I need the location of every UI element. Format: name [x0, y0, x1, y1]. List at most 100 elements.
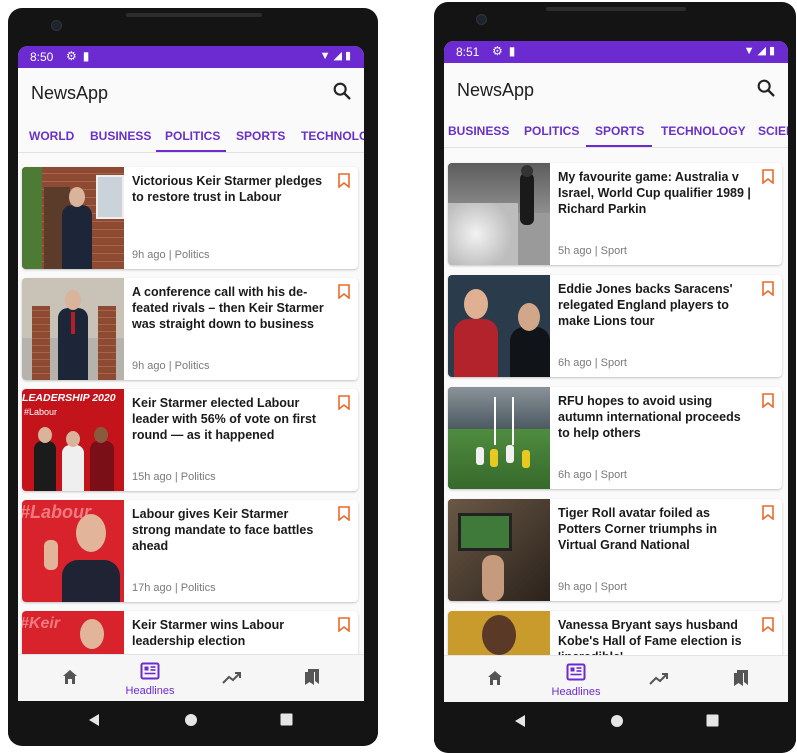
category-tabs: BUSINESS POLITICS SPORTS TECHNOLOGY SCIE…: [444, 113, 788, 148]
bookmark-icon[interactable]: [338, 617, 350, 632]
nav-headlines[interactable]: Headlines: [120, 655, 180, 701]
photo-heads: [38, 427, 52, 443]
tab-sports[interactable]: SPORTS: [236, 129, 285, 143]
nav-home[interactable]: [465, 656, 525, 702]
app-bar: NewsApp: [444, 63, 788, 113]
tab-world[interactable]: WORLD: [29, 129, 74, 143]
photo-person: [34, 441, 56, 491]
article-thumbnail: [448, 499, 550, 601]
tab-science[interactable]: SCIEN: [758, 124, 788, 138]
bookmarks-icon: [305, 669, 319, 685]
article-card[interactable]: A conference call with his de-feated riv…: [22, 278, 358, 380]
photo-window: [96, 175, 124, 219]
bookmark-icon[interactable]: [762, 617, 774, 632]
article-meta: 6h ago | Sport: [558, 469, 627, 481]
article-category: Sport: [600, 245, 627, 257]
photo-players: [476, 447, 484, 465]
tab-politics[interactable]: POLITICS: [524, 124, 579, 138]
photo-brick-pillar: [32, 306, 50, 380]
nav-trending[interactable]: [202, 655, 262, 701]
article-list[interactable]: My favourite game: Australia v Israel, W…: [444, 148, 788, 656]
article-headline: Labour gives Keir Starmer strong mandate…: [132, 507, 314, 553]
home-button[interactable]: [610, 714, 624, 728]
home-button[interactable]: [184, 713, 198, 727]
article-list[interactable]: Victorious Keir Starmer pledges to resto…: [18, 153, 364, 655]
article-thumbnail: [22, 278, 124, 380]
bookmark-icon[interactable]: [338, 395, 350, 410]
nav-headlines[interactable]: Headlines: [546, 656, 606, 702]
photo-person-head: [76, 514, 106, 552]
article-card[interactable]: Eddie Jones backs Saracens' relegated En…: [448, 275, 782, 377]
app-title: NewsApp: [457, 80, 535, 100]
active-tab-indicator: [586, 145, 652, 147]
nav-home[interactable]: [40, 655, 100, 701]
category-tabs: WORLD BUSINESS POLITICS SPORTS TECHNOLO: [18, 118, 364, 153]
phone-frame-left: 8:50 ⚙▮ ▼◢▮ NewsApp WORLD BUSINESS POLIT…: [8, 8, 378, 746]
article-card[interactable]: #Keir Keir Starmer wins Labour leadershi…: [22, 611, 358, 655]
article-thumbnail: [448, 611, 550, 656]
article-category: Sport: [600, 469, 627, 481]
tab-business[interactable]: BUSINESS: [90, 129, 151, 143]
bookmark-icon[interactable]: [338, 284, 350, 299]
photo-foliage: [22, 167, 42, 269]
article-card[interactable]: My favourite game: Australia v Israel, W…: [448, 163, 782, 265]
home-icon: [63, 670, 77, 684]
article-meta: 6h ago | Sport: [558, 357, 627, 369]
article-card[interactable]: Vanessa Bryant says husband Kobe's Hall …: [448, 611, 782, 656]
photo-person-head: [69, 187, 85, 207]
bookmark-icon[interactable]: [762, 281, 774, 296]
article-card[interactable]: LEADERSHIP 2020 #Labour Keir Starmer ele…: [22, 389, 358, 491]
tab-politics[interactable]: POLITICS: [165, 129, 220, 143]
article-card[interactable]: Victorious Keir Starmer pledges to resto…: [22, 167, 358, 269]
back-button[interactable]: [88, 713, 100, 727]
article-thumbnail: [448, 275, 550, 377]
article-time: 9h ago: [132, 360, 166, 372]
article-card[interactable]: Tiger Roll avatar foiled as Potters Corn…: [448, 499, 782, 601]
bookmark-icon[interactable]: [338, 173, 350, 188]
trending-icon: [222, 672, 241, 684]
tab-business[interactable]: BUSINESS: [448, 124, 509, 138]
recents-button[interactable]: [706, 714, 719, 727]
article-card[interactable]: #Labour Labour gives Keir Starmer strong…: [22, 500, 358, 602]
bookmark-icon[interactable]: [762, 393, 774, 408]
nav-trending[interactable]: [629, 656, 689, 702]
signal-battery-icons: ▼◢▮: [319, 50, 354, 62]
article-time: 15h ago: [132, 471, 172, 483]
phone-frame-right: 8:51 ⚙▮ ▼◢▮ NewsApp BUSINESS POLITICS SP…: [434, 2, 796, 753]
photo-banner-subtext: #Labour: [24, 407, 58, 417]
bottom-navigation: Headlines: [444, 655, 788, 702]
photo-person-head: [80, 619, 104, 649]
photo-hand: [482, 555, 504, 601]
photo-banner-text: LEADERSHIP 2020: [22, 392, 116, 404]
photo-player-head: [521, 165, 533, 177]
tab-technology[interactable]: TECHNOLOGY: [661, 124, 746, 138]
bookmark-icon[interactable]: [338, 506, 350, 521]
app-title: NewsApp: [31, 83, 109, 103]
bookmark-icon[interactable]: [762, 169, 774, 184]
nav-saved[interactable]: [711, 656, 771, 702]
nav-saved[interactable]: [282, 655, 342, 701]
article-category: Politics: [174, 360, 210, 372]
article-headline: Vanessa Bryant says husband Kobe's Hall …: [558, 618, 742, 656]
bookmark-icon[interactable]: [762, 505, 774, 520]
signal-battery-icons: ▼◢▮: [743, 45, 778, 57]
active-tab-indicator: [156, 150, 226, 152]
search-icon[interactable]: [755, 77, 777, 99]
article-meta: 15h ago | Politics: [132, 471, 216, 483]
trending-icon: [649, 673, 668, 685]
article-headline: Eddie Jones backs Saracens' relegated En…: [558, 282, 733, 328]
photo-screen: [458, 513, 512, 551]
tab-technology[interactable]: TECHNOLO: [301, 129, 364, 143]
home-icon: [488, 671, 502, 685]
search-icon[interactable]: [331, 80, 353, 102]
article-card[interactable]: RFU hopes to avoid using autumn internat…: [448, 387, 782, 489]
tab-sports[interactable]: SPORTS: [595, 124, 644, 138]
back-button[interactable]: [514, 714, 526, 728]
status-bar: 8:51 ⚙▮ ▼◢▮: [444, 41, 788, 63]
photo-player-head: [464, 289, 488, 319]
recents-button[interactable]: [280, 713, 293, 726]
bookmarks-icon: [734, 670, 748, 686]
nav-headlines-label: Headlines: [125, 685, 175, 697]
status-bar: 8:50 ⚙▮ ▼◢▮: [18, 46, 364, 68]
article-thumbnail: #Labour: [22, 500, 124, 602]
